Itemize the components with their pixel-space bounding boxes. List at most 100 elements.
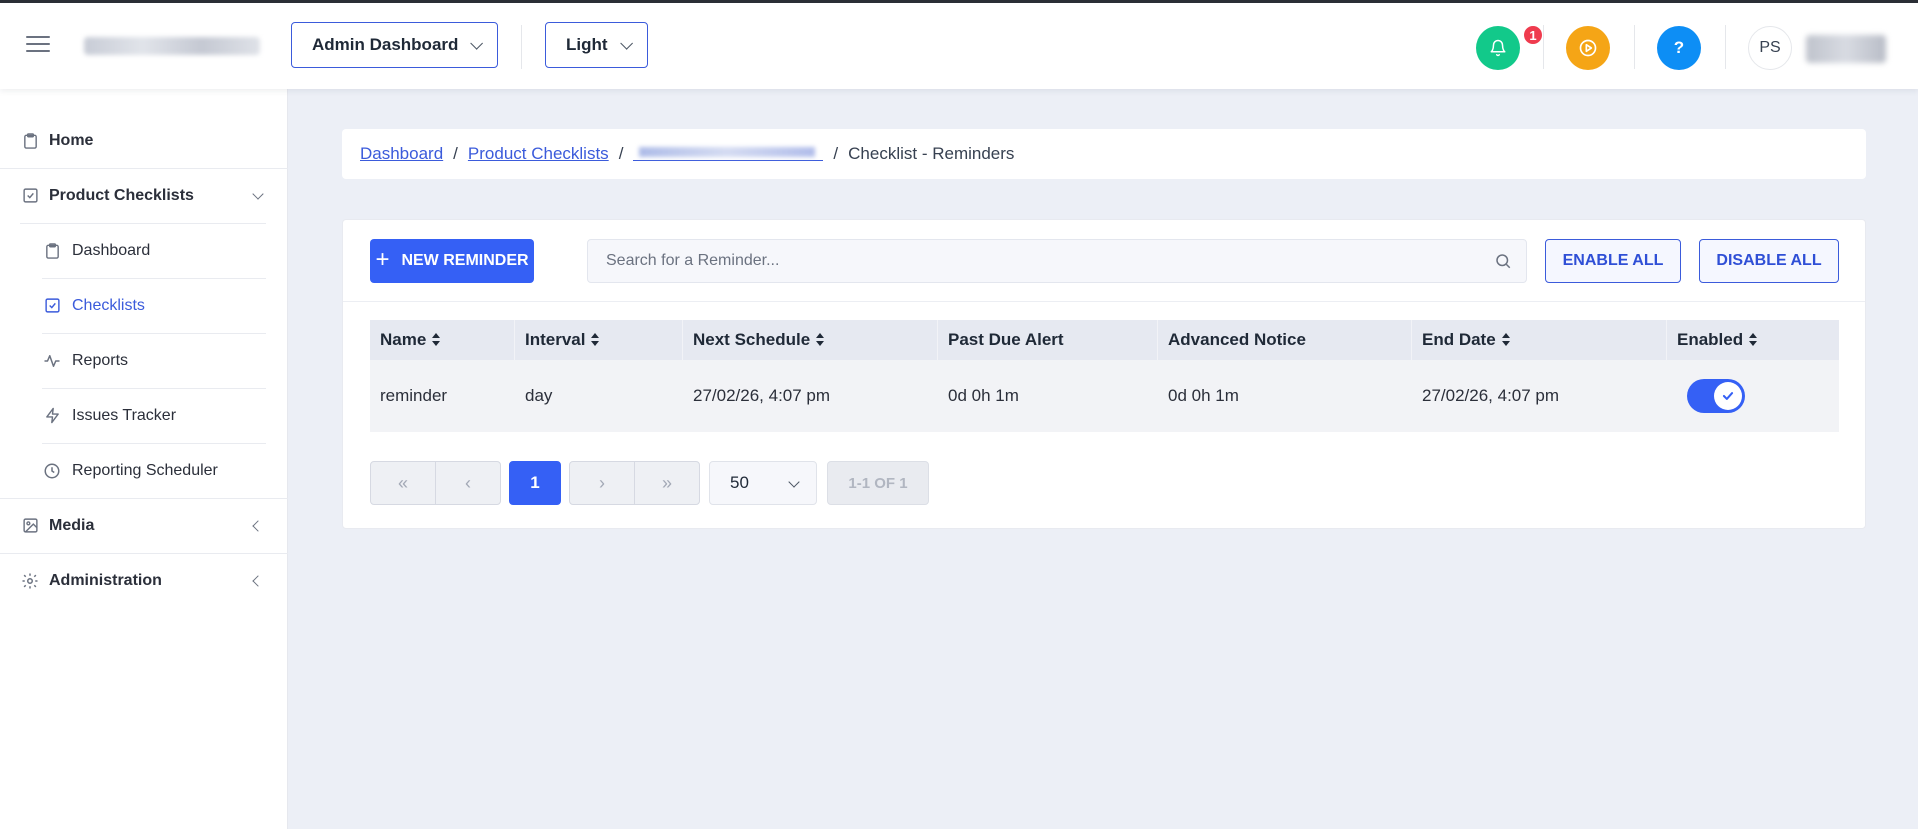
page-size-value: 50 (730, 473, 749, 492)
sidebar-item-dashboard[interactable]: Dashboard (0, 223, 288, 278)
notifications-button[interactable] (1476, 26, 1520, 70)
column-header-label: Enabled (1677, 330, 1744, 349)
video-tutorial-button[interactable] (1566, 26, 1610, 70)
chevron-left-icon (252, 520, 264, 532)
toolbar-divider (343, 301, 1865, 302)
column-header-interval[interactable]: Interval (515, 320, 683, 360)
question-mark-icon: ? (1673, 38, 1685, 57)
reminders-card: + NEW REMINDER ENABLE ALL DISABLE ALL Na… (342, 219, 1866, 529)
disable-all-button[interactable]: DISABLE ALL (1699, 239, 1839, 283)
column-header-end-date[interactable]: End Date (1412, 320, 1667, 360)
cell-next-schedule: 27/02/26, 4:07 pm (693, 386, 831, 405)
enable-all-button[interactable]: ENABLE ALL (1545, 239, 1681, 283)
header-divider (521, 25, 522, 69)
organization-name-redacted (84, 37, 260, 55)
sidebar-item-media[interactable]: Media (0, 498, 288, 553)
new-reminder-button[interactable]: + NEW REMINDER (370, 239, 534, 283)
breadcrumb-current: Checklist - Reminders (848, 144, 1015, 163)
table-header: Name Interval Next Schedule Past Due Ale… (370, 320, 1839, 360)
notification-count-badge: 1 (1522, 24, 1544, 46)
top-header: Admin Dashboard Light 1 ? PS (0, 3, 1918, 89)
chevron-left-icon (252, 575, 264, 587)
sidebar-item-label: Administration (49, 571, 162, 589)
first-page-button[interactable]: « (370, 461, 436, 505)
sort-icon[interactable] (1749, 333, 1758, 347)
chevrons-right-icon: » (661, 472, 672, 493)
user-name-redacted (1806, 35, 1886, 63)
chevrons-left-icon: « (397, 472, 408, 493)
plus-icon: + (375, 245, 390, 273)
activity-icon (42, 351, 62, 371)
enabled-toggle[interactable] (1687, 379, 1745, 413)
view-select[interactable]: Admin Dashboard (291, 22, 499, 68)
sidebar-item-label: Checklists (72, 296, 145, 314)
sidebar: Home Product Checklists Dashboard Checkl… (0, 89, 288, 829)
previous-page-button[interactable]: ‹ (435, 461, 501, 505)
sidebar-item-home[interactable]: Home (0, 113, 288, 168)
sort-icon[interactable] (432, 333, 441, 347)
last-page-button[interactable]: » (634, 461, 700, 505)
column-header-label: Name (380, 330, 427, 349)
gear-icon (20, 571, 40, 591)
page-1-button[interactable]: 1 (509, 461, 561, 505)
sidebar-item-administration[interactable]: Administration (0, 553, 288, 608)
header-divider (1725, 25, 1726, 69)
chevron-down-icon (788, 476, 800, 488)
clipboard-icon (42, 241, 62, 261)
chevron-down-icon (252, 188, 264, 200)
sort-icon[interactable] (1501, 333, 1510, 347)
next-page-button[interactable]: › (569, 461, 635, 505)
column-header-name[interactable]: Name (370, 320, 515, 360)
hamburger-menu-icon[interactable] (26, 36, 50, 54)
column-header-past-due-alert: Past Due Alert (938, 320, 1158, 360)
cell-end-date: 27/02/26, 4:07 pm (1422, 386, 1560, 405)
column-header-enabled[interactable]: Enabled (1667, 320, 1839, 360)
header-divider (1543, 25, 1544, 69)
column-header-label: End Date (1422, 330, 1496, 349)
search-input[interactable] (587, 239, 1527, 283)
sidebar-item-label: Dashboard (72, 241, 151, 259)
lightning-icon (42, 406, 62, 426)
column-header-next-schedule[interactable]: Next Schedule (683, 320, 938, 360)
toggle-knob (1714, 382, 1742, 410)
bell-icon (1490, 39, 1506, 57)
sort-icon[interactable] (591, 333, 600, 347)
breadcrumb-separator: / (453, 144, 458, 163)
chevron-right-icon: › (599, 472, 605, 493)
page-size-select[interactable]: 50 (709, 461, 817, 505)
reminders-table: Name Interval Next Schedule Past Due Ale… (370, 320, 1839, 432)
sidebar-item-checklists[interactable]: Checklists (0, 278, 288, 333)
sort-icon[interactable] (816, 333, 825, 347)
sidebar-item-product-checklists[interactable]: Product Checklists (0, 168, 288, 223)
search-icon (1496, 254, 1511, 269)
check-icon (1722, 392, 1734, 400)
breadcrumb-link-redacted[interactable] (633, 147, 824, 161)
checkbox-icon (42, 296, 62, 316)
sidebar-item-label: Issues Tracker (72, 406, 177, 424)
help-button[interactable]: ? (1657, 26, 1701, 70)
table-row[interactable]: reminder day 27/02/26, 4:07 pm 0d 0h 1m … (370, 360, 1839, 432)
cell-interval: day (525, 386, 553, 405)
sidebar-item-label: Reports (72, 351, 129, 369)
cell-enabled (1667, 360, 1839, 432)
pagination-info: 1-1 OF 1 (827, 461, 929, 505)
theme-select[interactable]: Light (545, 22, 648, 68)
column-header-label: Next Schedule (693, 330, 811, 349)
breadcrumb: Dashboard / Product Checklists / / Check… (342, 129, 1866, 179)
cell-past-due-alert: 0d 0h 1m (948, 386, 1019, 405)
breadcrumb-link-dashboard[interactable]: Dashboard (360, 144, 443, 164)
breadcrumb-link-product-checklists[interactable]: Product Checklists (468, 144, 609, 164)
sidebar-item-reporting-scheduler[interactable]: Reporting Scheduler (0, 443, 288, 498)
user-avatar[interactable]: PS (1748, 26, 1792, 70)
avatar-initials: PS (1759, 39, 1781, 56)
cell-advanced-notice: 0d 0h 1m (1168, 386, 1239, 405)
checkbox-icon (20, 186, 40, 206)
column-header-label: Advanced Notice (1168, 330, 1306, 349)
sidebar-item-reports[interactable]: Reports (0, 333, 288, 388)
sidebar-item-issues-tracker[interactable]: Issues Tracker (0, 388, 288, 443)
breadcrumb-separator: / (833, 144, 839, 163)
sidebar-item-label: Product Checklists (49, 186, 194, 204)
chevron-down-icon (619, 36, 633, 50)
clipboard-icon (20, 131, 40, 151)
sidebar-item-label: Home (49, 131, 94, 149)
